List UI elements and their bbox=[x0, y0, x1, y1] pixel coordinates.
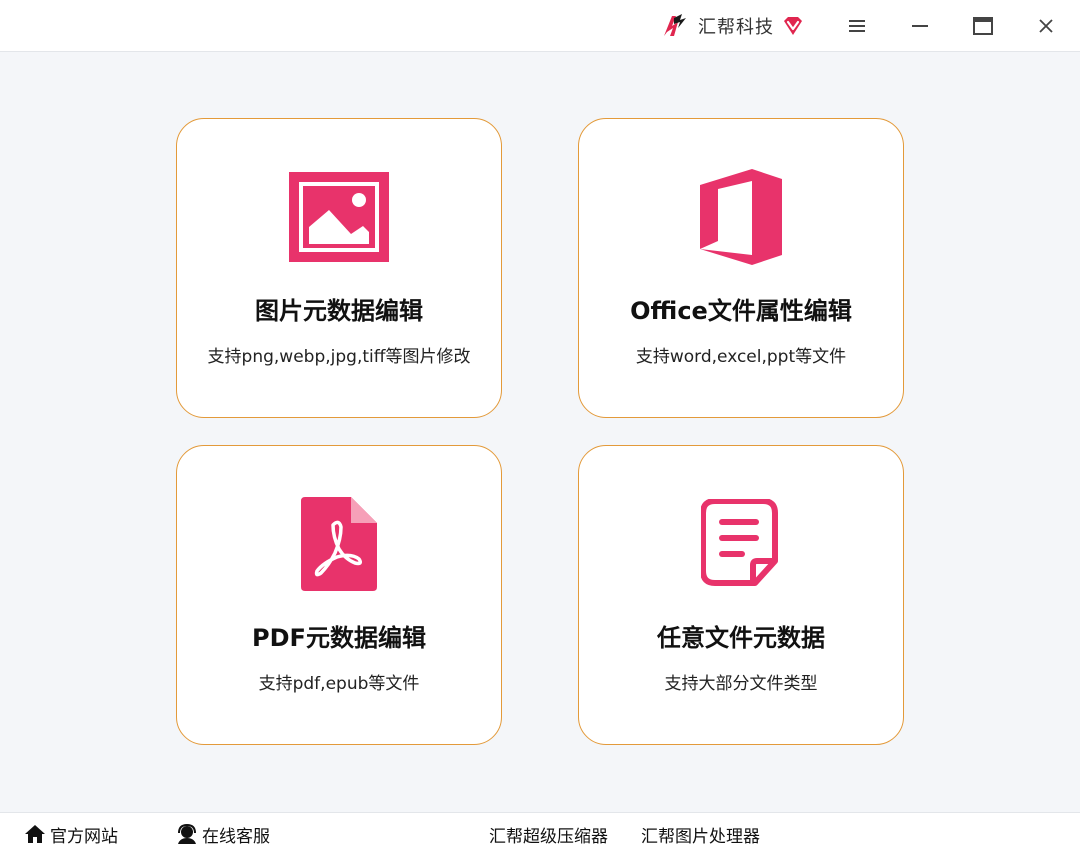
pdf-icon bbox=[301, 497, 377, 591]
brand-logo-icon bbox=[664, 14, 686, 36]
maximize-button[interactable] bbox=[969, 12, 997, 40]
super-compressor-label: 汇帮超级压缩器 bbox=[489, 826, 608, 847]
super-compressor-link[interactable]: 汇帮超级压缩器 bbox=[489, 821, 608, 847]
footer-bar: 官方网站 在线客服 汇帮超级压缩器 汇帮图片处理器 bbox=[0, 812, 1080, 853]
title-bar: 汇帮科技 bbox=[0, 0, 1080, 52]
brand: 汇帮科技 bbox=[660, 10, 804, 42]
official-website-link[interactable]: 官方网站 bbox=[24, 821, 118, 847]
online-service-link[interactable]: 在线客服 bbox=[176, 821, 270, 847]
card-description: 支持word,excel,ppt等文件 bbox=[635, 347, 847, 367]
card-description: 支持大部分文件类型 bbox=[664, 674, 818, 694]
maximize-icon bbox=[973, 17, 993, 35]
home-icon bbox=[25, 825, 45, 843]
card-description: 支持pdf,epub等文件 bbox=[258, 674, 420, 694]
card-title: 任意文件元数据 bbox=[657, 624, 825, 652]
card-icon bbox=[691, 167, 791, 267]
brand-name: 汇帮科技 bbox=[698, 17, 774, 38]
card-title: PDF元数据编辑 bbox=[252, 624, 426, 652]
minimize-icon bbox=[912, 25, 928, 27]
image-processor-link[interactable]: 汇帮图片处理器 bbox=[641, 821, 760, 847]
card-title: 图片元数据编辑 bbox=[255, 297, 423, 325]
vip-diamond-icon[interactable] bbox=[782, 15, 804, 37]
menu-button[interactable] bbox=[843, 12, 871, 40]
image-processor-label: 汇帮图片处理器 bbox=[641, 826, 760, 847]
card-icon bbox=[691, 494, 791, 594]
office-icon bbox=[700, 169, 782, 265]
minimize-button[interactable] bbox=[906, 12, 934, 40]
menu-icon bbox=[849, 20, 865, 32]
card-icon bbox=[289, 494, 389, 594]
close-button[interactable] bbox=[1032, 12, 1060, 40]
image-icon bbox=[289, 172, 389, 262]
card-title: Office文件属性编辑 bbox=[630, 297, 852, 325]
card-pdf-metadata[interactable]: PDF元数据编辑 支持pdf,epub等文件 bbox=[176, 445, 502, 745]
card-icon bbox=[289, 167, 389, 267]
card-description: 支持png,webp,jpg,tiff等图片修改 bbox=[207, 347, 471, 367]
official-website-label: 官方网站 bbox=[50, 826, 118, 847]
customer-service-icon bbox=[178, 824, 196, 844]
card-image-metadata[interactable]: 图片元数据编辑 支持png,webp,jpg,tiff等图片修改 bbox=[176, 118, 502, 418]
card-office-properties[interactable]: Office文件属性编辑 支持word,excel,ppt等文件 bbox=[578, 118, 904, 418]
document-icon bbox=[701, 499, 778, 586]
close-icon bbox=[1039, 19, 1053, 33]
card-any-file-metadata[interactable]: 任意文件元数据 支持大部分文件类型 bbox=[578, 445, 904, 745]
online-service-label: 在线客服 bbox=[202, 826, 270, 847]
